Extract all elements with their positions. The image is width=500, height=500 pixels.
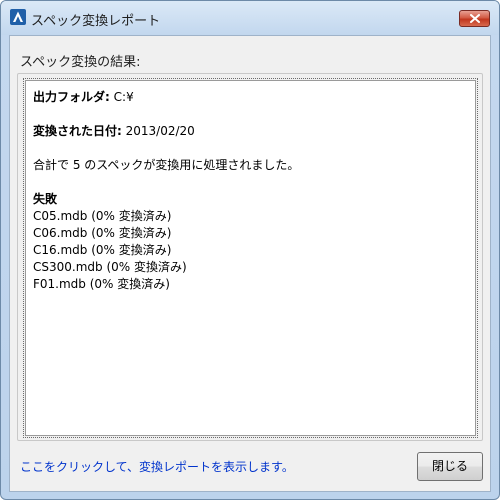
failed-heading-label: 失敗 — [33, 192, 58, 206]
list-item: F01.mdb (0% 変換済み) — [33, 277, 170, 291]
list-item: CS300.mdb (0% 変換済み) — [33, 260, 187, 274]
window-title: スペック変換レポート — [31, 14, 161, 29]
summary-text: 合計で 5 のスペックが変換用に処理されました。 — [33, 158, 300, 172]
failed-heading: 失敗 — [33, 191, 468, 208]
date-line: 変換された日付: 2013/02/20 — [33, 123, 468, 140]
close-icon — [470, 14, 480, 23]
date-label: 変換された日付: — [33, 124, 122, 138]
output-folder-line: 出力フォルダ: C:¥ — [33, 89, 468, 106]
output-folder-label: 出力フォルダ: — [33, 90, 110, 104]
output-folder-value: C:¥ — [113, 90, 134, 104]
window-close-button[interactable] — [459, 10, 490, 27]
title-bar[interactable]: スペック変換レポート — [1, 1, 499, 35]
results-heading: スペック変換の結果: — [20, 55, 141, 70]
list-item: C05.mdb (0% 変換済み) — [33, 209, 172, 223]
close-button[interactable]: 閉じる — [417, 452, 483, 481]
autodesk-a-icon — [10, 9, 26, 25]
report-textbox[interactable]: 出力フォルダ: C:¥ 変換された日付: 2013/02/20 合計で 5 のス… — [23, 78, 478, 438]
date-value: 2013/02/20 — [125, 124, 195, 138]
list-item: C06.mdb (0% 変換済み) — [33, 226, 172, 240]
list-item: C16.mdb (0% 変換済み) — [33, 243, 172, 257]
view-report-link[interactable]: ここをクリックして、変換レポートを表示します。 — [20, 458, 294, 475]
